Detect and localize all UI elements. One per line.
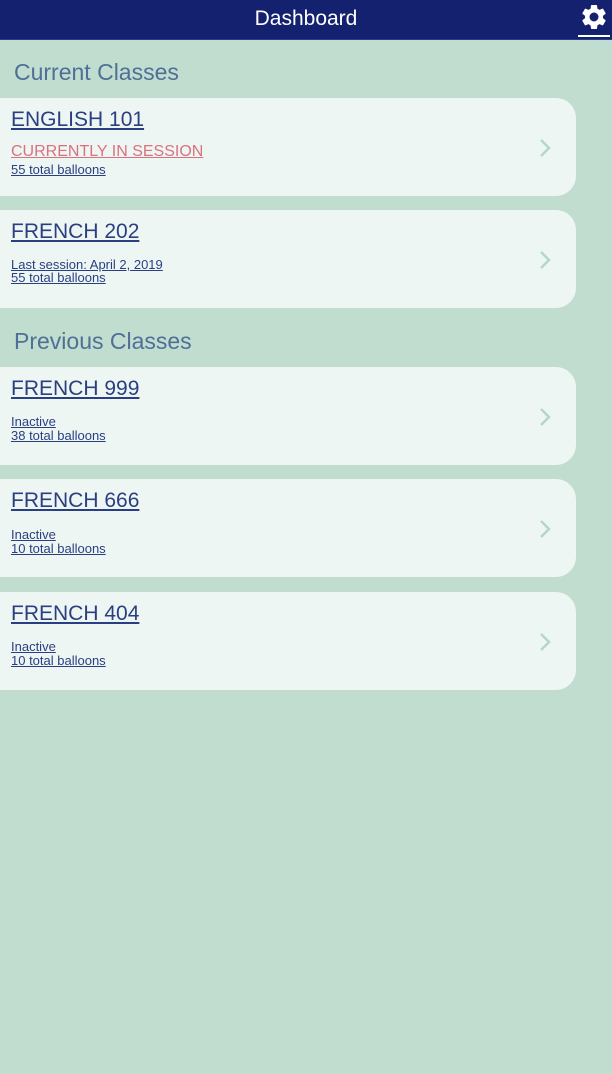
class-card-french-404[interactable]: FRENCH 404 Inactive 10 total balloons — [0, 592, 576, 690]
settings-active-indicator — [578, 35, 610, 37]
class-status[interactable]: Inactive — [11, 414, 56, 429]
chevron-right-icon — [538, 632, 552, 652]
current-classes-heading: Current Classes — [14, 59, 179, 85]
settings-button[interactable] — [578, 2, 610, 37]
gear-icon — [582, 4, 606, 29]
class-name[interactable]: ENGLISH 101 — [11, 108, 144, 132]
class-name[interactable]: FRENCH 202 — [11, 220, 139, 244]
class-status[interactable]: CURRENTLY IN SESSION — [11, 143, 203, 161]
class-balloon-count[interactable]: 38 total balloons — [11, 428, 106, 443]
class-status[interactable]: Inactive — [11, 527, 56, 542]
class-card-english-101[interactable]: ENGLISH 101 CURRENTLY IN SESSION 55 tota… — [0, 98, 576, 196]
class-status[interactable]: Inactive — [11, 639, 56, 654]
class-card-french-202[interactable]: FRENCH 202 Last session: April 2, 2019 5… — [0, 210, 576, 308]
chevron-right-icon — [538, 250, 552, 270]
previous-classes-heading: Previous Classes — [14, 328, 192, 354]
class-balloon-count[interactable]: 55 total balloons — [11, 162, 106, 177]
class-balloon-count[interactable]: 10 total balloons — [11, 541, 106, 556]
class-balloon-count[interactable]: 10 total balloons — [11, 653, 106, 668]
page-title: Dashboard — [254, 7, 358, 30]
app-header: Dashboard — [0, 0, 612, 40]
class-name[interactable]: FRENCH 404 — [11, 602, 139, 626]
class-name[interactable]: FRENCH 999 — [11, 377, 139, 401]
chevron-right-icon — [538, 519, 552, 539]
chevron-right-icon — [538, 407, 552, 427]
class-name[interactable]: FRENCH 666 — [11, 489, 139, 513]
chevron-right-icon — [538, 138, 552, 158]
class-card-french-999[interactable]: FRENCH 999 Inactive 38 total balloons — [0, 367, 576, 465]
class-card-french-666[interactable]: FRENCH 666 Inactive 10 total balloons — [0, 479, 576, 577]
class-balloon-count[interactable]: 55 total balloons — [11, 270, 106, 285]
